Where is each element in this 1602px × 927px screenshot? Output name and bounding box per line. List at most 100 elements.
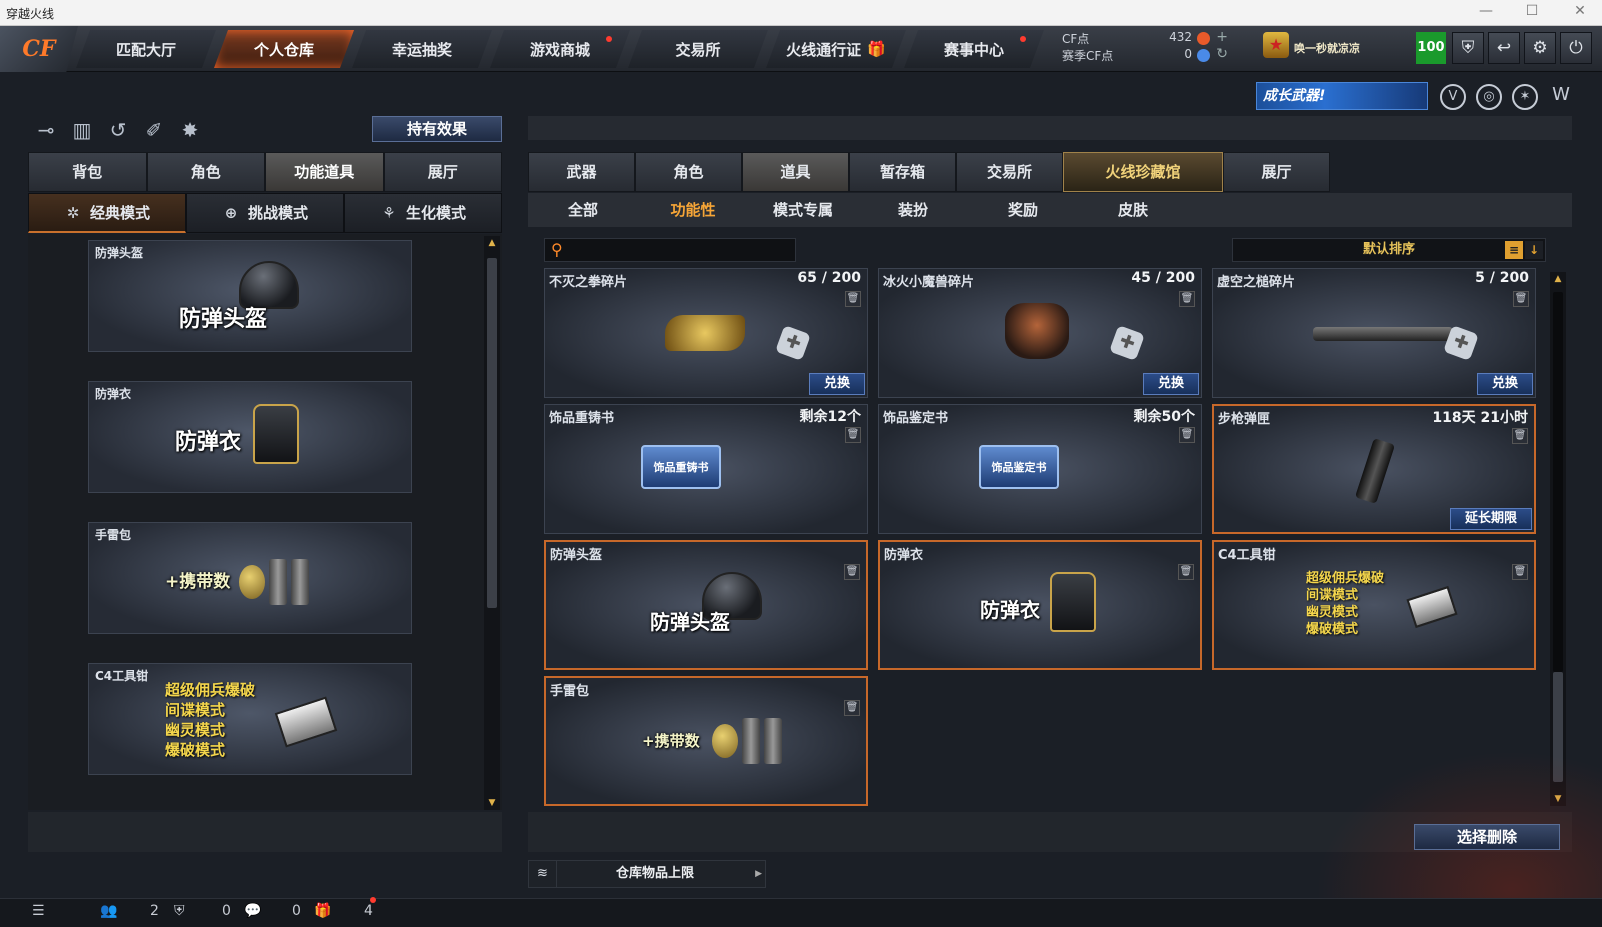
equipped-slot-vest[interactable]: 防弹衣 防弹衣 [88,381,412,493]
search-icon: ⚲ [551,240,563,259]
minimize-icon[interactable]: — [1476,3,1496,19]
scroll-up-icon[interactable]: ▲ [484,236,500,250]
subtab-mode-exclusive[interactable]: 模式专属 [748,193,858,227]
trash-icon[interactable]: 🗑 [1179,427,1195,443]
item-card[interactable]: C4工具钳 🗑 超级佣兵爆破 间谍模式 幽灵模式 爆破模式 [1212,540,1536,670]
extend-duration-button[interactable]: 延长期限 [1449,508,1532,530]
exchange-button[interactable]: 兑换 [1142,373,1199,395]
sort-dropdown[interactable]: 默认排序 ≡ ↓ [1232,238,1546,262]
sort-desc-icon[interactable]: ↓ [1525,241,1543,259]
tab-showroom[interactable]: 展厅 [1223,152,1330,192]
power-icon[interactable]: ⏻ [1560,32,1592,64]
mode-zombie[interactable]: ⚘ 生化模式 [344,193,502,233]
item-card[interactable]: 防弹衣 🗑 防弹衣 [878,540,1202,670]
notification-dot [606,36,612,42]
item-card[interactable]: 不灭之拳碎片 65 / 200 🗑 ✚ 兑换 [544,268,868,398]
nav-tab-battlepass[interactable]: 火线通行证 🎁 [766,30,906,68]
tab-hall[interactable]: 展厅 [383,152,502,192]
tab-collection-hall[interactable]: 火线珍藏馆 [1063,152,1223,192]
subtab-functional[interactable]: 功能性 [638,193,748,227]
w-logo-icon[interactable]: W [1548,84,1574,110]
tab-storage-box[interactable]: 暂存箱 [849,152,956,192]
equipped-slot-helmet[interactable]: 防弹头盔 防弹头盔 [88,240,412,352]
tab-trade[interactable]: 交易所 [956,152,1063,192]
rank-icon[interactable]: ★ [1263,32,1289,58]
close-icon[interactable]: ✕ [1570,3,1590,19]
chat-icon[interactable]: 💬 [244,903,261,919]
scroll-up-icon[interactable]: ▲ [1550,272,1566,286]
nav-tab-match-lobby[interactable]: 匹配大厅 [76,30,216,68]
refresh-icon[interactable]: ↻ [1216,46,1228,62]
mode-line: 爆破模式 [165,741,226,759]
back-icon[interactable]: ↩ [1488,32,1520,64]
tab-characters[interactable]: 角色 [635,152,742,192]
shield-status-icon[interactable]: ⛨ [174,903,185,919]
item-card[interactable]: 冰火小魔兽碎片 45 / 200 🗑 ✚ 兑换 [878,268,1202,398]
spray-icon[interactable]: ✐ [140,116,168,144]
username[interactable]: 唤一秒就凉凉 [1294,40,1360,56]
trash-icon[interactable]: 🗑 [844,564,860,580]
history-icon[interactable]: ↺ [104,116,132,144]
item-card[interactable]: 步枪弹匣 118天 21小时 🗑 延长期限 [1212,404,1536,534]
friends-icon[interactable]: 👥 [100,903,117,919]
globe-icon[interactable]: ◎ [1476,84,1502,110]
badge-icon[interactable]: V [1440,84,1466,110]
nav-tab-exchange[interactable]: 交易所 [628,30,768,68]
add-icon[interactable]: + [1216,29,1228,45]
tab-function-items[interactable]: 功能道具 [265,152,384,192]
nav-tab-lottery[interactable]: 幸运抽奖 [352,30,492,68]
cf-logo[interactable]: CF [0,26,78,72]
ranking-icon[interactable]: ▥ [68,116,96,144]
trash-icon[interactable]: 🗑 [845,427,861,443]
scroll-thumb[interactable] [487,258,497,608]
gear-icon[interactable]: ⚙ [1524,32,1556,64]
expand-arrow-icon[interactable]: ▶ [755,861,762,887]
mode-challenge[interactable]: ⊕ 挑战模式 [186,193,344,233]
trash-icon[interactable]: 🗑 [845,291,861,307]
capacity-bar[interactable]: ≋ 仓库物品上限 ▶ [528,860,766,888]
item-card[interactable]: 手雷包 🗑 +携带数 [544,676,868,806]
exchange-button[interactable]: 兑换 [1476,373,1533,395]
nav-tab-events[interactable]: 赛事中心 [904,30,1044,68]
tab-weapons[interactable]: 武器 [528,152,635,192]
scroll-down-icon[interactable]: ▼ [484,796,500,810]
equipped-slot-c4-pliers[interactable]: C4工具钳 超级佣兵爆破 间谍模式 幽灵模式 爆破模式 [88,663,412,775]
tab-props[interactable]: 道具 [742,152,849,192]
item-card[interactable]: 饰品重铸书 剩余12个 🗑 饰品重铸书 [544,404,868,534]
trash-icon[interactable]: 🗑 [844,700,860,716]
gift-icon[interactable]: 🎁 [314,903,331,919]
star-badge-icon[interactable]: ✶ [1512,84,1538,110]
search-input[interactable]: ⚲ [544,238,796,262]
trash-icon[interactable]: 🗑 [1512,564,1528,580]
subtab-skins[interactable]: 皮肤 [1078,193,1188,227]
trash-icon[interactable]: 🗑 [1513,291,1529,307]
trash-icon[interactable]: 🗑 [1179,291,1195,307]
toggle-off-icon[interactable]: ⊸ [32,116,60,144]
holding-effect-button[interactable]: 持有效果 [372,116,502,142]
subtab-all[interactable]: 全部 [528,193,638,227]
select-delete-button[interactable]: 选择删除 [1414,824,1560,850]
right-scrollbar[interactable]: ▲ ▼ [1550,272,1566,806]
list-view-icon[interactable]: ≡ [1505,241,1523,259]
menu-icon[interactable]: ☰ [32,903,45,919]
grenade-pack-icon [239,559,309,605]
left-scrollbar[interactable]: ▲ ▼ [484,236,500,810]
item-card[interactable]: 饰品鉴定书 剩余50个 🗑 饰品鉴定书 [878,404,1202,534]
maximize-icon[interactable]: ☐ [1522,3,1542,19]
trash-icon[interactable]: 🗑 [1512,428,1528,444]
subtab-cosmetic[interactable]: 装扮 [858,193,968,227]
tab-backpack[interactable]: 背包 [28,152,147,192]
tab-character[interactable]: 角色 [146,152,265,192]
equipped-slot-grenade-pack[interactable]: 手雷包 +携带数 [88,522,412,634]
subtab-rewards[interactable]: 奖励 [968,193,1078,227]
growth-weapon-banner[interactable]: 成长武器! [1256,82,1428,110]
shield-icon[interactable]: ⛨ [1452,32,1484,64]
exchange-button[interactable]: 兑换 [808,373,865,395]
nav-tab-warehouse[interactable]: 个人仓库 [214,30,354,68]
mode-classic[interactable]: ✲ 经典模式 [28,193,186,233]
trash-icon[interactable]: 🗑 [1178,564,1194,580]
nav-tab-shop[interactable]: 游戏商城 [490,30,630,68]
item-card[interactable]: 虚空之槌碎片 5 / 200 🗑 ✚ 兑换 [1212,268,1536,398]
grenade-icon[interactable]: ✸ [176,116,204,144]
item-card[interactable]: 防弹头盔 🗑 防弹头盔 [544,540,868,670]
